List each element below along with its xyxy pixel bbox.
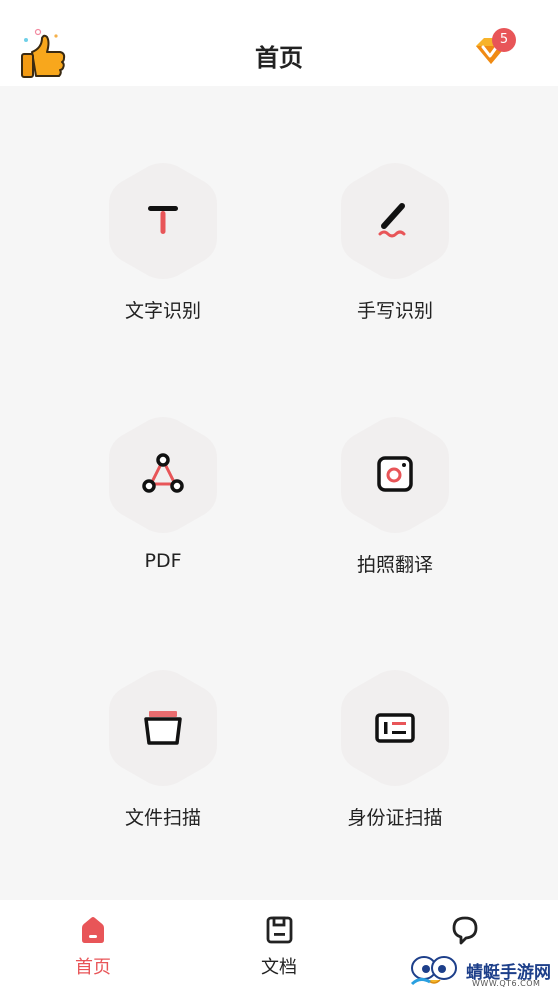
tile-file-scan[interactable]: 文件扫描 [73, 669, 253, 849]
notification-badge: 5 [492, 28, 516, 52]
tile-label: 文字识别 [124, 300, 201, 322]
home-icon [82, 917, 104, 943]
tile-photo-translate[interactable]: 拍照翻译 [305, 416, 485, 596]
tile-id-card-scan[interactable]: 身份证扫描 [305, 669, 485, 849]
document-icon [266, 916, 293, 944]
file-scan-icon [144, 711, 182, 745]
dragonfly-logo-icon [410, 956, 457, 986]
tab-documents[interactable]: 文档 [186, 900, 372, 992]
tab-label: 文档 [261, 957, 297, 978]
id-card-scan-icon [375, 713, 415, 743]
tile-handwriting-recognition[interactable]: 手写识别 [305, 162, 485, 342]
photo-translate-icon [377, 456, 413, 492]
feature-grid: 文字识别 手写识别 PDF 拍照翻译 文件扫描 身份证扫描 [0, 86, 558, 900]
handwriting-recognition-icon [378, 203, 406, 238]
pdf-icon [142, 453, 184, 493]
text-recognition-icon [148, 206, 178, 234]
tab-home[interactable]: 首页 [0, 900, 186, 992]
tile-label: 文件扫描 [124, 807, 201, 829]
top-app-bar: 首页 5 [0, 0, 558, 86]
tile-label: 拍照翻译 [356, 554, 433, 576]
chat-bubble-icon [452, 916, 478, 945]
tile-pdf[interactable]: PDF [73, 416, 253, 596]
tile-label: PDF [144, 550, 182, 572]
tile-label: 身份证扫描 [347, 807, 443, 829]
tab-label: 首页 [75, 957, 111, 978]
watermark-url: WWW.QT6.COM [472, 979, 541, 988]
watermark-logo: 蜻蜓手游网 WWW.QT6.COM [410, 950, 555, 990]
tile-label: 手写识别 [356, 300, 433, 322]
tile-text-recognition[interactable]: 文字识别 [73, 162, 253, 342]
